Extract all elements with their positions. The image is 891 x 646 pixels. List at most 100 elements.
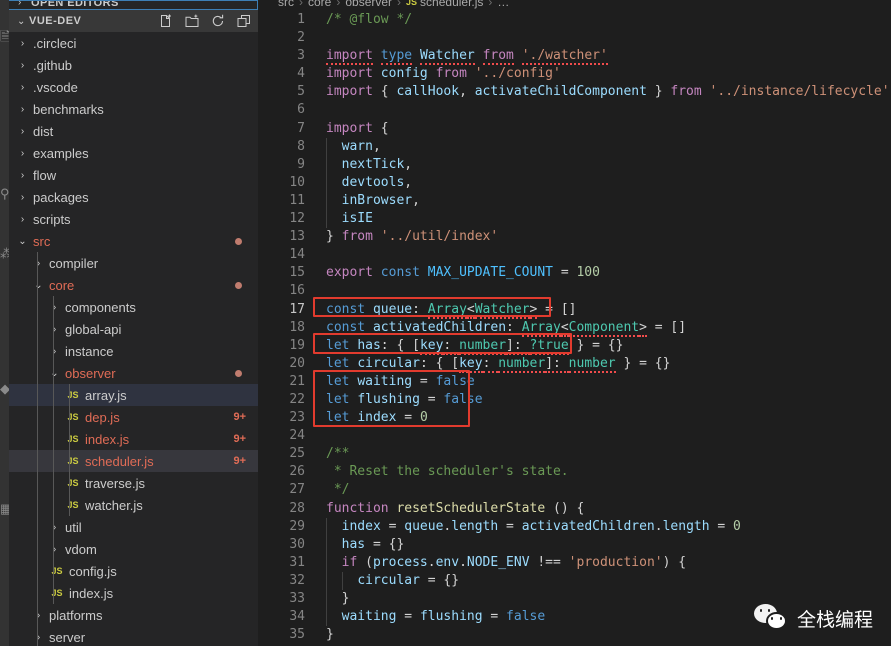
explorer-icon[interactable]: 🗎	[0, 28, 9, 46]
code-line[interactable]: 31 if (process.env.NODE_ENV !== 'product…	[258, 553, 891, 572]
chevron-right-icon[interactable]: ›	[17, 126, 28, 137]
extensions-icon[interactable]: ▦	[0, 500, 9, 518]
chevron-right-icon[interactable]: ›	[17, 148, 28, 159]
tree-file-dep-js[interactable]: JS dep.js 9+	[9, 406, 258, 428]
code-line[interactable]: 28 function resetSchedulerState () {	[258, 500, 891, 518]
open-editors-section-header[interactable]: › OPEN EDITORS	[9, 0, 258, 10]
tree-folder-compiler[interactable]: › compiler	[9, 252, 258, 274]
code-line[interactable]: 18 const activatedChildren: Array<Compone…	[258, 319, 891, 337]
refresh-icon[interactable]	[210, 13, 226, 29]
source-control-icon[interactable]: ⁂	[0, 245, 9, 263]
chevron-right-icon[interactable]: ›	[49, 324, 60, 335]
search-icon[interactable]: ⚲	[0, 185, 9, 203]
chevron-right-icon[interactable]: ›	[17, 192, 28, 203]
tree-folder-dist[interactable]: › dist	[9, 120, 258, 142]
code-line[interactable]: 12 isIE	[258, 210, 891, 229]
code-line[interactable]: 5 import { callHook, activateChildCompone…	[258, 83, 891, 101]
tree-file-config-js[interactable]: JS config.js	[9, 560, 258, 582]
new-file-icon[interactable]	[158, 13, 174, 29]
tree-folder-vdom[interactable]: › vdom	[9, 538, 258, 560]
code-line[interactable]: 20 let circular: { [key: number]: number …	[258, 355, 891, 373]
tree-file-index-js[interactable]: JS index.js	[9, 582, 258, 604]
chevron-right-icon[interactable]: ›	[49, 302, 60, 313]
tree-folder-benchmarks[interactable]: › benchmarks	[9, 98, 258, 120]
debug-icon[interactable]: ◆	[0, 380, 9, 398]
code-token: const	[326, 319, 366, 335]
tree-file-watcher-js[interactable]: JS watcher.js	[9, 494, 258, 516]
breadcrumb-item[interactable]: observer	[345, 0, 392, 11]
breadcrumb-item[interactable]: core	[308, 0, 331, 11]
chevron-right-icon[interactable]: ›	[49, 522, 60, 533]
code-line[interactable]: 32 circular = {}	[258, 571, 891, 590]
chevron-right-icon[interactable]: ›	[33, 610, 44, 621]
breadcrumb-item[interactable]: src	[278, 0, 294, 11]
chevron-down-icon[interactable]: ⌄	[17, 236, 28, 247]
code-line[interactable]: 13} from '../util/index'	[258, 228, 891, 246]
chevron-right-icon[interactable]: ›	[17, 214, 28, 225]
tree-file-index-js[interactable]: JS index.js 9+	[9, 428, 258, 450]
code-line[interactable]: 21 let waiting = false	[258, 373, 891, 391]
breadcrumb-item[interactable]: scheduler.js	[420, 0, 483, 11]
tree-folder--circleci[interactable]: › .circleci	[9, 32, 258, 54]
code-line[interactable]: 26 * Reset the scheduler's state.	[258, 463, 891, 481]
code-line[interactable]: 14	[258, 246, 891, 264]
code-line[interactable]: 16	[258, 282, 891, 300]
code-line[interactable]: 22 let flushing = false	[258, 391, 891, 409]
breadcrumb-item[interactable]: …	[497, 0, 509, 11]
code-line[interactable]: 17 const queue: Array<Watcher> = []	[258, 301, 891, 319]
code-line[interactable]: 30 has = {}	[258, 535, 891, 554]
tree-file-traverse-js[interactable]: JS traverse.js	[9, 472, 258, 494]
code-line[interactable]: 15 export const MAX_UPDATE_COUNT = 100	[258, 264, 891, 282]
tree-folder--github[interactable]: › .github	[9, 54, 258, 76]
chevron-right-icon[interactable]: ›	[17, 38, 28, 49]
code-line[interactable]: 8 warn,	[258, 137, 891, 156]
code-line[interactable]: 10 devtools,	[258, 173, 891, 192]
chevron-right-icon[interactable]: ›	[49, 346, 60, 357]
tree-folder--vscode[interactable]: › .vscode	[9, 76, 258, 98]
code-line[interactable]: 4 import config from '../config'	[258, 65, 891, 83]
tree-folder-examples[interactable]: › examples	[9, 142, 258, 164]
code-editor[interactable]: 1/* @flow */2 3 import type Watcher from '…	[258, 11, 891, 646]
chevron-right-icon[interactable]: ›	[17, 170, 28, 181]
tree-folder-components[interactable]: › components	[9, 296, 258, 318]
tree-folder-instance[interactable]: › instance	[9, 340, 258, 362]
chevron-right-icon[interactable]: ›	[17, 82, 28, 93]
chevron-right-icon[interactable]: ›	[17, 60, 28, 71]
explorer-section-header[interactable]: ⌄ VUE-DEV	[9, 10, 258, 32]
chevron-right-icon[interactable]: ›	[17, 104, 28, 115]
tree-folder-packages[interactable]: › packages	[9, 186, 258, 208]
tree-folder-server[interactable]: › server	[9, 626, 258, 646]
code-line[interactable]: 23 let index = 0	[258, 409, 891, 427]
tree-folder-core[interactable]: ⌄ core	[9, 274, 258, 296]
chevron-down-icon[interactable]: ⌄	[49, 368, 60, 379]
tree-folder-scripts[interactable]: › scripts	[9, 208, 258, 230]
code-line[interactable]: 7 import {	[258, 120, 891, 138]
code-line[interactable]: 27 */	[258, 481, 891, 499]
code-line[interactable]: 25 /**	[258, 445, 891, 463]
tree-folder-util[interactable]: › util	[9, 516, 258, 538]
tree-folder-observer[interactable]: ⌄ observer	[9, 362, 258, 384]
code-line[interactable]: 24	[258, 427, 891, 445]
tree-file-array-js[interactable]: JS array.js	[9, 384, 258, 406]
code-line[interactable]: 2	[258, 29, 891, 47]
chevron-right-icon[interactable]: ›	[33, 258, 44, 269]
tree-folder-src[interactable]: ⌄ src	[9, 230, 258, 252]
breadcrumb[interactable]: src › core › observer › JS scheduler.js ›…	[258, 0, 891, 11]
chevron-right-icon[interactable]: ›	[33, 632, 44, 643]
chevron-down-icon[interactable]: ⌄	[33, 280, 44, 291]
indent-guide	[37, 560, 38, 582]
code-line[interactable]: 6	[258, 101, 891, 119]
code-line[interactable]: 9 nextTick,	[258, 155, 891, 174]
code-line[interactable]: 19 let has: { [key: number]: ?true } = {}	[258, 337, 891, 355]
code-line[interactable]: 11 inBrowser,	[258, 191, 891, 211]
new-folder-icon[interactable]	[184, 13, 200, 29]
chevron-right-icon[interactable]: ›	[49, 544, 60, 555]
code-line[interactable]: 1 /* @flow */	[258, 11, 891, 29]
tree-file-scheduler-js[interactable]: JS scheduler.js 9+	[9, 450, 258, 472]
tree-folder-flow[interactable]: › flow	[9, 164, 258, 186]
code-line[interactable]: 3 import type Watcher from './watcher'	[258, 47, 891, 66]
collapse-all-icon[interactable]	[236, 13, 252, 29]
tree-folder-platforms[interactable]: › platforms	[9, 604, 258, 626]
code-line[interactable]: 29 index = queue.length = activatedChild…	[258, 517, 891, 536]
tree-folder-global-api[interactable]: › global-api	[9, 318, 258, 340]
